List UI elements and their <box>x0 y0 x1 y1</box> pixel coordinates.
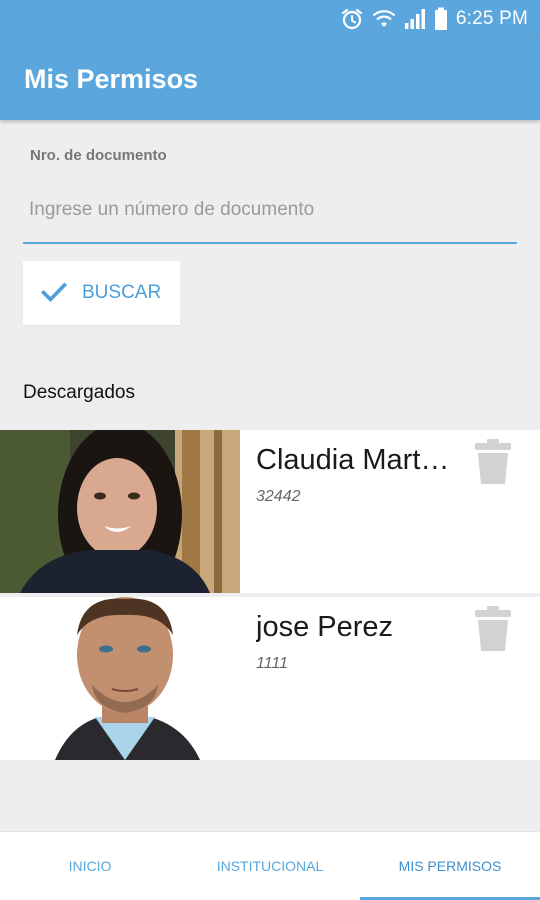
battery-icon <box>434 7 448 31</box>
person-photo <box>0 597 240 760</box>
list-item[interactable]: jose Perez 1111 <box>0 597 540 760</box>
list-item[interactable]: Claudia Mart… 32442 <box>0 430 540 593</box>
tab-institucional[interactable]: INSTITUCIONAL <box>180 832 360 900</box>
status-bar: 6:25 PM <box>0 0 540 38</box>
downloads-title: Descargados <box>23 382 135 403</box>
app-bar: Mis Permisos <box>0 38 540 120</box>
alarm-icon <box>340 7 364 31</box>
trash-icon[interactable] <box>472 605 514 653</box>
document-number-input[interactable] <box>23 188 517 244</box>
tab-inicio[interactable]: INICIO <box>0 832 180 900</box>
wifi-icon <box>372 9 396 29</box>
check-icon <box>40 281 68 305</box>
page-title: Mis Permisos <box>24 63 199 94</box>
signal-icon <box>404 8 426 30</box>
person-photo <box>0 430 240 593</box>
bottom-navigation: INICIO INSTITUCIONAL MIS PERMISOS <box>0 831 540 900</box>
person-name: jose Perez <box>256 611 394 643</box>
document-label: Nro. de documento <box>30 147 167 164</box>
search-button-label: BUSCAR <box>82 282 162 303</box>
tab-mis-permisos[interactable]: MIS PERMISOS <box>360 832 540 900</box>
status-time: 6:25 PM <box>455 8 528 29</box>
document-number: 1111 <box>256 655 289 672</box>
person-name: Claudia Mart… <box>256 444 450 476</box>
trash-icon[interactable] <box>472 438 514 486</box>
document-number: 32442 <box>256 488 301 505</box>
search-button[interactable]: BUSCAR <box>23 261 180 325</box>
